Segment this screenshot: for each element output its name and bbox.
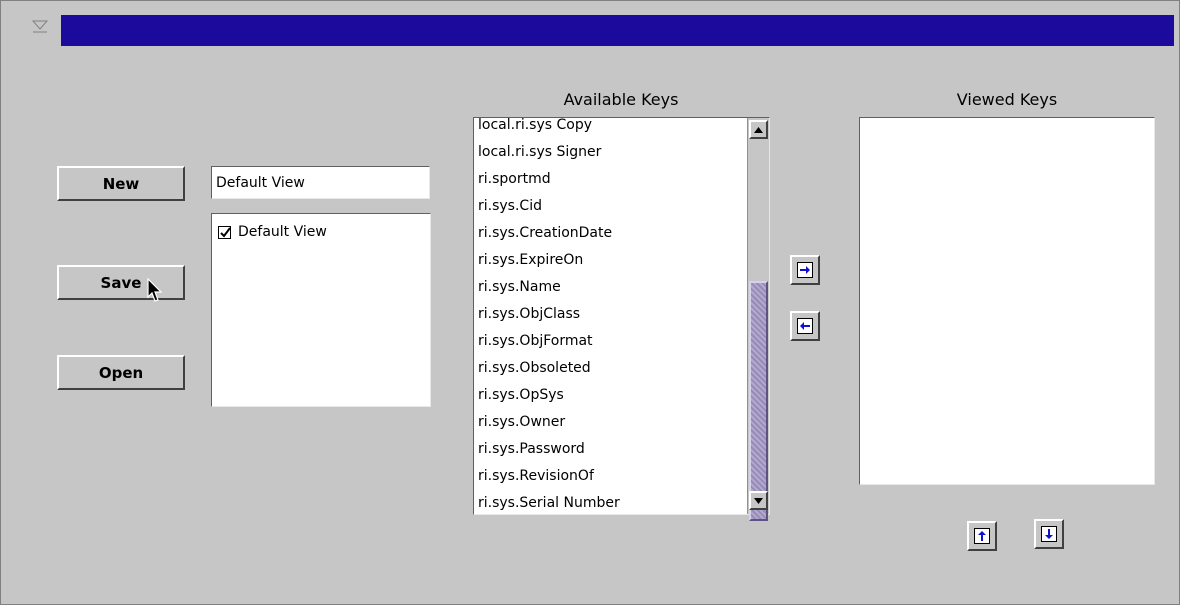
save-button-label: Save [100, 273, 142, 292]
title-bar[interactable] [61, 15, 1174, 46]
remove-key-button[interactable] [790, 311, 820, 341]
checkmark-icon [220, 226, 231, 238]
saved-views-list[interactable]: Default View [211, 213, 431, 407]
list-item[interactable]: ri.sys.Password [474, 436, 746, 463]
arrow-left-icon [800, 322, 810, 330]
dialog-window: New Save Open Default View Available Key… [0, 0, 1180, 605]
scroll-up-arrow-icon [754, 126, 763, 133]
view-name-input[interactable] [211, 166, 430, 199]
arrow-up-icon [978, 531, 986, 541]
new-button[interactable]: New [57, 166, 185, 201]
arrow-down-icon [1045, 529, 1053, 539]
list-item[interactable]: ri.sys.CreationDate [474, 220, 746, 247]
available-keys-scrollbar[interactable] [747, 118, 769, 521]
list-item[interactable]: ri.sys.ExpireOn [474, 247, 746, 274]
open-button-label: Open [98, 363, 144, 382]
list-item[interactable]: Default View [218, 224, 327, 240]
list-item[interactable]: ri.sys.Name [474, 274, 746, 301]
viewed-keys-list[interactable] [859, 117, 1155, 485]
mouse-pointer-icon [147, 277, 165, 308]
list-item[interactable]: local.ri.sys Signer [474, 139, 746, 166]
list-item[interactable]: ri.sys.RevisionOf [474, 463, 746, 490]
move-up-button[interactable] [967, 521, 997, 551]
available-keys-items: local.ri.sys Copy local.ri.sys Signer ri.s… [474, 118, 746, 514]
list-item[interactable]: ri.sys.ObjFormat [474, 328, 746, 355]
viewed-keys-heading: Viewed Keys [956, 90, 1058, 109]
list-item[interactable]: local.ri.sys Copy [474, 118, 746, 139]
list-item[interactable]: ri.sys.OpSys [474, 382, 746, 409]
list-item[interactable]: ri.sportmd [474, 166, 746, 193]
list-item[interactable]: ri.sys.Cid [474, 193, 746, 220]
scroll-down-button[interactable] [749, 491, 768, 510]
add-key-button[interactable] [790, 255, 820, 285]
arrow-right-icon [800, 266, 810, 274]
new-button-label: New [102, 174, 140, 193]
default-view-checkbox[interactable] [218, 225, 231, 239]
list-item[interactable]: ri.sys.Serial Number [474, 490, 746, 514]
window-menu-icon[interactable] [30, 16, 52, 38]
available-keys-list[interactable]: local.ri.sys Copy local.ri.sys Signer ri.s… [473, 117, 770, 515]
view-item-label: Default View [238, 224, 327, 240]
list-item[interactable]: ri.sys.Owner [474, 409, 746, 436]
scroll-up-button[interactable] [749, 120, 768, 139]
list-item[interactable]: ri.sys.ObjClass [474, 301, 746, 328]
scroll-thumb[interactable] [749, 281, 768, 521]
open-button[interactable]: Open [57, 355, 185, 390]
available-keys-heading: Available Keys [563, 90, 679, 109]
move-down-button[interactable] [1034, 519, 1064, 549]
list-item[interactable]: ri.sys.Obsoleted [474, 355, 746, 382]
scroll-down-arrow-icon [754, 497, 763, 504]
save-button[interactable]: Save [57, 265, 185, 300]
